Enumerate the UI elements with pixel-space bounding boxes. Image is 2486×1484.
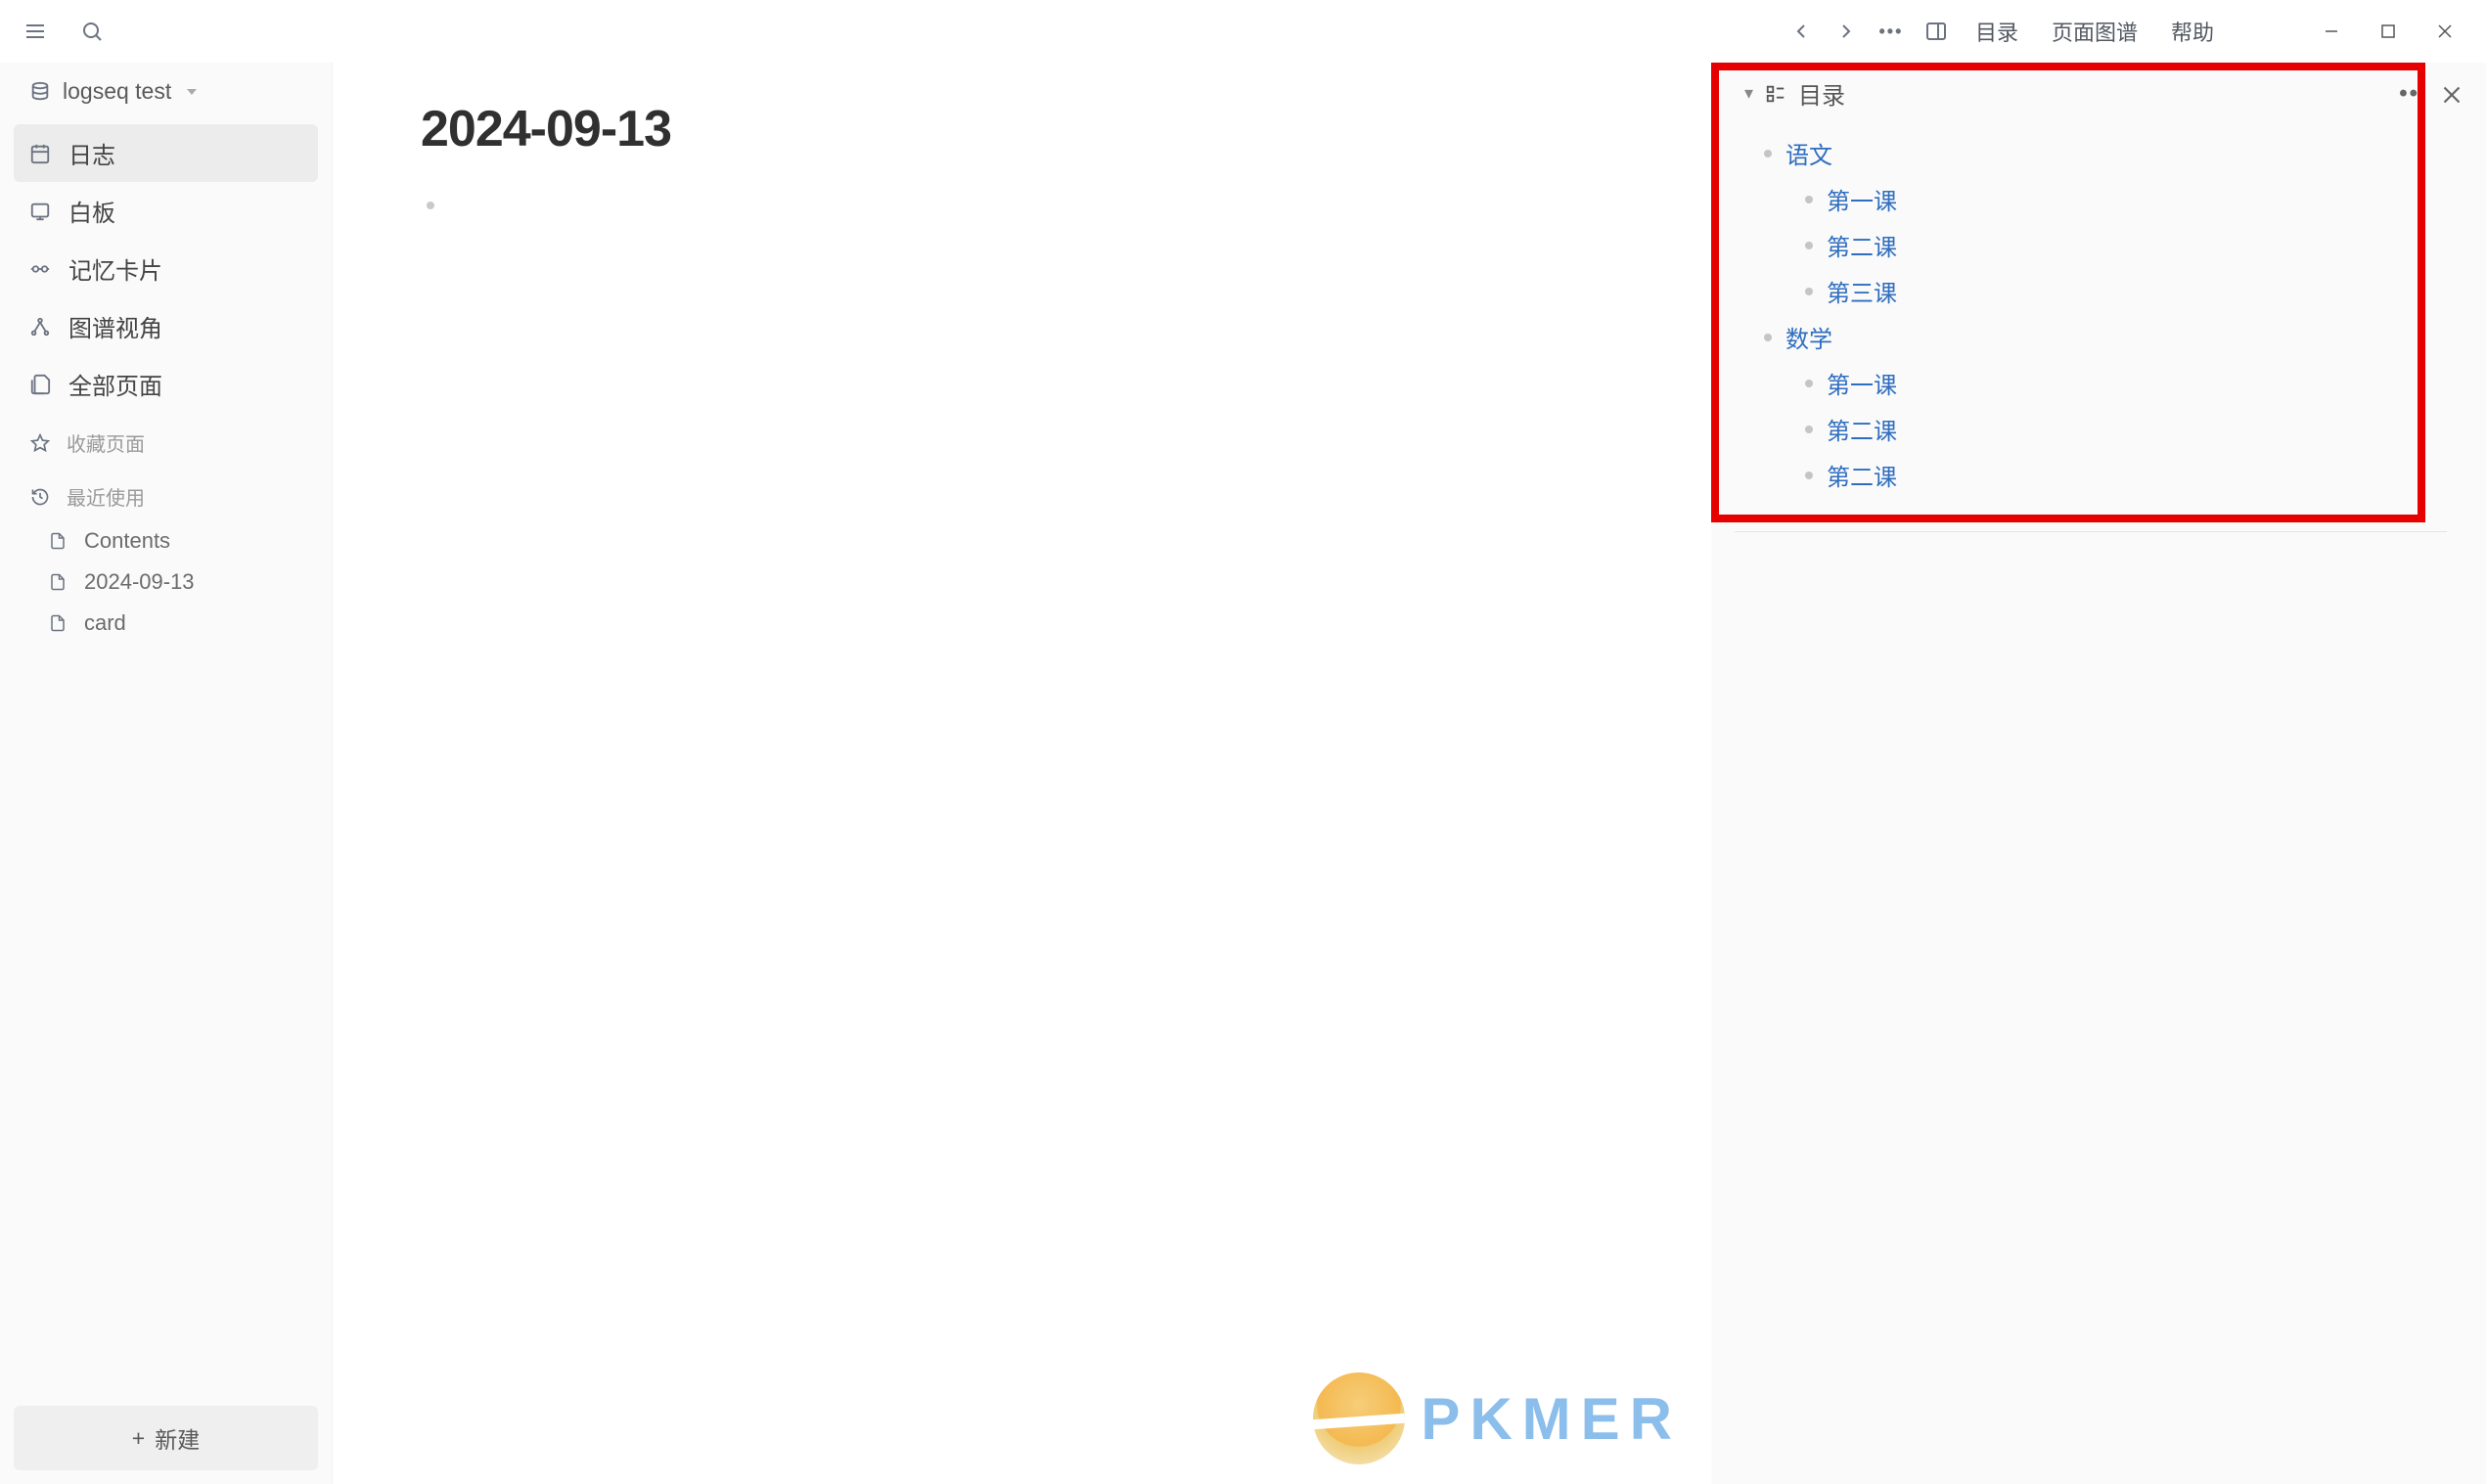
recent-item[interactable]: card [14, 603, 318, 644]
toc-more-icon[interactable]: •• [2399, 80, 2419, 108]
window-maximize-button[interactable] [2367, 18, 2410, 45]
toc-link[interactable]: 第一课 [1827, 366, 1897, 400]
recent-item-label: card [84, 610, 126, 636]
window-minimize-button[interactable] [2310, 18, 2353, 45]
right-sidebar: ▾ 目录 •• 语文第一课第二课第三课数学第一课第二课第二课 [1711, 63, 2486, 1484]
toc-link[interactable]: 语文 [1785, 136, 1832, 170]
bullet-icon [1805, 426, 1813, 433]
page-icon [45, 610, 70, 636]
collapse-triangle-icon[interactable]: ▾ [1744, 83, 1753, 104]
page-icon [45, 569, 70, 595]
toc-divider [1735, 531, 2447, 532]
titlebar-menu-help[interactable]: 帮助 [2161, 10, 2224, 53]
empty-block[interactable] [421, 202, 1623, 209]
toc-link[interactable]: 第一课 [1827, 182, 1897, 216]
toc-item[interactable]: 第二课 [1805, 452, 2437, 498]
sidebar-item-whiteboards[interactable]: 白板 [14, 182, 318, 240]
sidebar-item-label: 图谱视角 [68, 309, 162, 343]
bullet-icon [427, 202, 434, 209]
sidebar-item-label: 记忆卡片 [68, 251, 162, 286]
favorites-label: 收藏页面 [67, 428, 145, 457]
nav-forward-icon[interactable] [1831, 16, 1862, 47]
sidebar-toggle-icon[interactable] [1921, 16, 1952, 47]
flashcards-icon [27, 256, 53, 282]
recent-header[interactable]: 最近使用 [14, 472, 318, 520]
toc-item[interactable]: 第三课 [1805, 268, 2437, 314]
more-icon[interactable]: ••• [1876, 16, 1907, 47]
bullet-icon [1805, 472, 1813, 479]
database-icon [27, 79, 53, 105]
bullet-icon [1805, 288, 1813, 295]
history-icon [27, 484, 53, 510]
toc-item[interactable]: 第二课 [1805, 222, 2437, 268]
recent-item[interactable]: 2024-09-13 [14, 562, 318, 603]
body: logseq test 日志白板记忆卡片图谱视角全部页面 收藏页面 最近使用 C… [0, 63, 2486, 1484]
toc-list-icon [1765, 83, 1786, 105]
sidebar-item-journals[interactable]: 日志 [14, 124, 318, 182]
whiteboards-icon [27, 199, 53, 224]
sidebar-item-flashcards[interactable]: 记忆卡片 [14, 240, 318, 297]
titlebar: ••• 目录 页面图谱 帮助 [0, 0, 2486, 63]
titlebar-left [20, 16, 108, 47]
bullet-icon [1805, 196, 1813, 203]
all-pages-icon [27, 372, 53, 397]
watermark-logo-icon [1313, 1372, 1405, 1464]
graph-view-icon [27, 314, 53, 339]
toc-item[interactable]: 语文 [1764, 130, 2437, 176]
toc-title: 目录 [1798, 76, 1845, 111]
recent-item[interactable]: Contents [14, 520, 318, 562]
new-page-label: 新建 [155, 1421, 200, 1455]
graph-name: logseq test [63, 78, 171, 105]
watermark-text: PKMER [1421, 1385, 1682, 1453]
nav-list: 日志白板记忆卡片图谱视角全部页面 [14, 124, 318, 413]
sidebar-item-all-pages[interactable]: 全部页面 [14, 355, 318, 413]
sidebar-item-label: 全部页面 [68, 367, 162, 401]
watermark: PKMER [1313, 1372, 1682, 1464]
journals-icon [27, 141, 53, 166]
toc-item[interactable]: 第一课 [1805, 360, 2437, 406]
toc-header[interactable]: ▾ 目录 •• [1735, 63, 2447, 124]
window-close-button[interactable] [2423, 18, 2466, 45]
bullet-icon [1764, 150, 1772, 157]
recent-item-label: 2024-09-13 [84, 569, 195, 595]
recent-item-label: Contents [84, 528, 170, 554]
toc-link[interactable]: 数学 [1785, 320, 1832, 354]
toc-link[interactable]: 第二课 [1827, 228, 1897, 262]
plus-icon: + [132, 1425, 145, 1452]
toc-link[interactable]: 第三课 [1827, 274, 1897, 308]
graph-selector[interactable]: logseq test [14, 68, 318, 114]
titlebar-menu-pagegraph[interactable]: 页面图谱 [2042, 10, 2147, 53]
toc-item[interactable]: 第一课 [1805, 176, 2437, 222]
page-icon [45, 528, 70, 554]
bullet-icon [1805, 242, 1813, 249]
toc-item[interactable]: 第二课 [1805, 406, 2437, 452]
toc-item[interactable]: 数学 [1764, 314, 2437, 360]
recent-list: Contents 2024-09-13 card [14, 520, 318, 644]
sidebar-item-graph-view[interactable]: 图谱视角 [14, 297, 318, 355]
nav-back-icon[interactable] [1785, 16, 1817, 47]
favorites-header[interactable]: 收藏页面 [14, 419, 318, 467]
panel-close-button[interactable] [2435, 78, 2468, 112]
toc-link[interactable]: 第二课 [1827, 458, 1897, 492]
app-root: ••• 目录 页面图谱 帮助 [0, 0, 2486, 1484]
toc-block: ▾ 目录 •• 语文第一课第二课第三课数学第一课第二课第二课 [1711, 63, 2486, 532]
star-icon [27, 430, 53, 456]
titlebar-menu-toc[interactable]: 目录 [1966, 10, 2028, 53]
sidebar: logseq test 日志白板记忆卡片图谱视角全部页面 收藏页面 最近使用 C… [0, 63, 333, 1484]
bullet-icon [1764, 334, 1772, 341]
sidebar-item-label: 日志 [68, 136, 115, 170]
titlebar-right: ••• 目录 页面图谱 帮助 [1785, 10, 2466, 53]
bullet-icon [1805, 380, 1813, 387]
recent-label: 最近使用 [67, 482, 145, 511]
toc-link[interactable]: 第二课 [1827, 412, 1897, 446]
menu-icon[interactable] [20, 16, 51, 47]
sidebar-footer: + 新建 [14, 1406, 318, 1470]
main-content: 2024-09-13 PKMER [333, 63, 1711, 1484]
new-page-button[interactable]: + 新建 [14, 1406, 318, 1470]
search-icon[interactable] [76, 16, 108, 47]
page-title[interactable]: 2024-09-13 [421, 100, 1623, 158]
toc-list: 语文第一课第二课第三课数学第一课第二课第二课 [1735, 124, 2447, 514]
sidebar-item-label: 白板 [68, 194, 115, 228]
